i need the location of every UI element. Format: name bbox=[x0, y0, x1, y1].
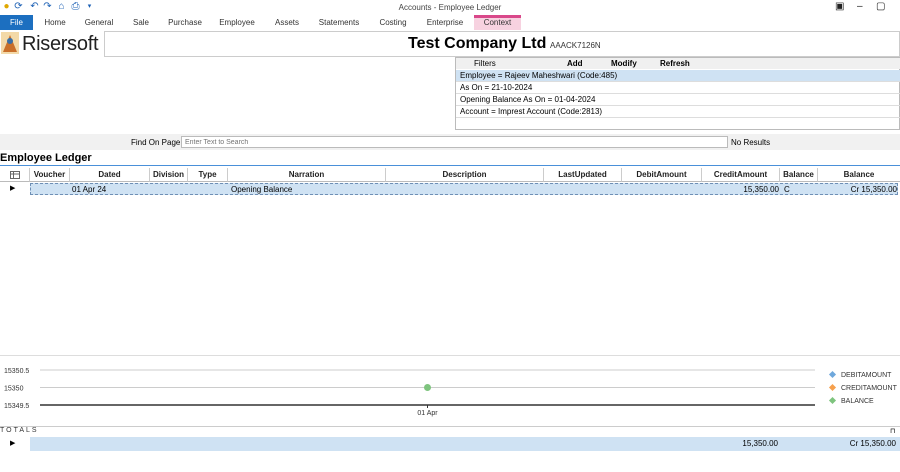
minimize-icon[interactable]: – bbox=[857, 1, 863, 12]
col-description[interactable]: Description bbox=[386, 168, 544, 182]
tab-general[interactable]: General bbox=[80, 15, 118, 30]
row-indicator-icon[interactable]: ▶ bbox=[10, 184, 15, 192]
totals-row: 15,350.00 Cr 15,350.00 bbox=[30, 437, 900, 451]
find-label: Find On Page bbox=[131, 138, 181, 147]
y-tick-label: 15349.5 bbox=[4, 403, 29, 410]
cell-dated: 01 Apr 24 bbox=[72, 185, 107, 194]
tab-employee[interactable]: Employee bbox=[214, 15, 260, 30]
legend-label: CREDITAMOUNT bbox=[841, 385, 898, 392]
totals-row-indicator-icon[interactable]: ▶ bbox=[10, 439, 15, 447]
risersoft-logo: Risersoft bbox=[0, 31, 104, 57]
col-type[interactable]: Type bbox=[188, 168, 228, 182]
legend-label: BALANCE bbox=[841, 398, 874, 405]
column-chooser-icon[interactable] bbox=[0, 168, 30, 182]
col-balance[interactable]: Balance bbox=[818, 168, 900, 182]
filter-row-employee[interactable]: Employee = Rajeev Maheshwari (Code:485) bbox=[456, 70, 900, 82]
refresh-filter-button[interactable]: Refresh bbox=[660, 58, 690, 69]
totals-toggle-icon[interactable]: ⊓ bbox=[890, 427, 895, 435]
tab-file[interactable]: File bbox=[0, 15, 33, 30]
x-tick-label: 01 Apr bbox=[417, 410, 438, 417]
ledger-title: Employee Ledger bbox=[0, 152, 92, 164]
legend-marker bbox=[828, 396, 837, 405]
tab-purchase[interactable]: Purchase bbox=[164, 15, 206, 30]
company-code: AAACK7126N bbox=[550, 41, 601, 50]
cell-balance-type: C bbox=[784, 185, 790, 194]
company-name: Test Company Ltd bbox=[408, 35, 547, 52]
col-debit-amount[interactable]: DebitAmount bbox=[622, 168, 702, 182]
add-filter-button[interactable]: Add bbox=[567, 58, 583, 69]
find-result: No Results bbox=[731, 138, 771, 147]
totals-balance: Cr 15,350.00 bbox=[849, 439, 896, 448]
filter-row-account[interactable]: Account = Imprest Account (Code:2813) bbox=[456, 106, 900, 118]
window-title: Accounts - Employee Ledger bbox=[398, 3, 502, 12]
y-tick-label: 15350.5 bbox=[4, 368, 29, 375]
modify-filter-button[interactable]: Modify bbox=[611, 58, 637, 69]
chart-svg: 15350.5 15350 15349.5 01 Apr DEBITAMOUNT CRE… bbox=[4, 368, 898, 417]
tab-costing[interactable]: Costing bbox=[372, 15, 414, 30]
col-credit-amount[interactable]: CreditAmount bbox=[702, 168, 780, 182]
cell-narration: Opening Balance bbox=[231, 185, 293, 194]
filters-label: Filters bbox=[474, 59, 496, 68]
title-bar: ● ⟳ ↶ ↷ ⌂ ⎙ ▾ Accounts - Employee Ledger… bbox=[0, 0, 900, 15]
data-point-balance[interactable] bbox=[424, 384, 431, 391]
y-tick-label: 15350 bbox=[4, 386, 24, 393]
tab-sale[interactable]: Sale bbox=[124, 15, 158, 30]
logo-mark-icon bbox=[1, 32, 19, 54]
col-dated[interactable]: Dated bbox=[70, 168, 150, 182]
filter-row-as-on[interactable]: As On = 21-10-2024 bbox=[456, 82, 900, 94]
cell-credit: 15,350.00 bbox=[743, 185, 779, 194]
tab-statements[interactable]: Statements bbox=[312, 15, 366, 30]
ledger-chart: 15350.5 15350 15349.5 01 Apr DEBITAMOUNT CRE… bbox=[0, 355, 900, 425]
ledger-title-divider bbox=[0, 165, 900, 166]
totals-label: TOTALS bbox=[0, 427, 39, 434]
col-narration[interactable]: Narration bbox=[228, 168, 386, 182]
maximize-icon[interactable]: ▢ bbox=[876, 1, 885, 12]
restore-icon[interactable]: ▣ bbox=[835, 1, 844, 12]
totals-credit: 15,350.00 bbox=[742, 439, 778, 448]
ribbon-tabs: File Home General Sale Purchase Employee… bbox=[0, 15, 900, 30]
filters-panel: Filters Add Modify Refresh Employee = Ra… bbox=[455, 57, 900, 130]
col-balance-type[interactable]: Balance bbox=[780, 168, 818, 182]
context-tab-accent bbox=[474, 15, 521, 18]
col-voucher[interactable]: Voucher bbox=[30, 168, 70, 182]
col-last-updated[interactable]: LastUpdated bbox=[544, 168, 622, 182]
tab-assets[interactable]: Assets bbox=[268, 15, 306, 30]
tab-enterprise[interactable]: Enterprise bbox=[420, 15, 470, 30]
logo-text: Risersoft bbox=[22, 33, 99, 55]
tab-home[interactable]: Home bbox=[36, 15, 74, 30]
col-division[interactable]: Division bbox=[150, 168, 188, 182]
table-row[interactable]: 01 Apr 24 Opening Balance 15,350.00 C Cr… bbox=[30, 183, 898, 195]
find-input[interactable] bbox=[181, 136, 728, 148]
filter-row-opening-balance[interactable]: Opening Balance As On = 01-04-2024 bbox=[456, 94, 900, 106]
totals-bar bbox=[0, 426, 900, 436]
legend-marker bbox=[828, 383, 837, 392]
legend-marker bbox=[828, 370, 837, 379]
cell-balance: Cr 15,350.00 bbox=[850, 185, 897, 194]
legend-label: DEBITAMOUNT bbox=[841, 372, 892, 379]
